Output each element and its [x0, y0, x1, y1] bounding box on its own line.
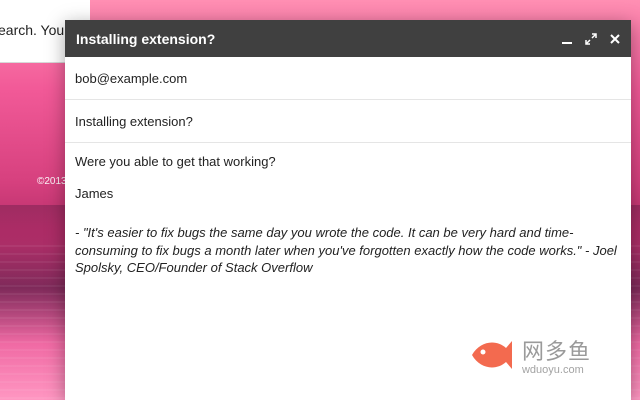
- watermark-subtitle: wduoyu.com: [521, 364, 584, 376]
- message-body[interactable]: Were you able to get that working? James…: [65, 143, 631, 287]
- compose-title: Installing extension?: [76, 30, 216, 47]
- compose-header-icons: [561, 32, 621, 45]
- watermark-title: 网多鱼: [521, 339, 591, 364]
- background-page-text: earch. You: [0, 22, 65, 38]
- subject-field[interactable]: Installing extension?: [65, 100, 631, 143]
- subject-field-value: Installing extension?: [75, 113, 193, 129]
- message-signature: - "It's easier to fix bugs the same day …: [75, 225, 617, 276]
- to-field-value: bob@example.com: [75, 70, 188, 86]
- line-spacer: [75, 202, 621, 224]
- watermark: 网多鱼 wduoyu.com: [466, 334, 591, 376]
- expand-icon[interactable]: [585, 32, 597, 45]
- minimize-icon[interactable]: [561, 33, 573, 45]
- to-field[interactable]: bob@example.com: [65, 57, 631, 100]
- fish-logo-icon: [471, 341, 512, 369]
- close-icon[interactable]: [609, 33, 621, 45]
- background-copyright: ©2013: [37, 176, 67, 187]
- compose-window: Installing extension? bob@example.com In…: [65, 20, 631, 400]
- message-line-2: James: [75, 185, 114, 201]
- compose-header[interactable]: Installing extension?: [65, 20, 631, 57]
- line-spacer: [75, 171, 621, 185]
- message-line-1: Were you able to get that working?: [75, 154, 276, 169]
